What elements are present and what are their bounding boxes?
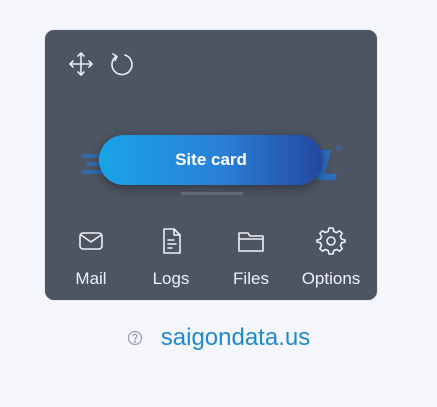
files-label: Files <box>233 269 269 288</box>
refresh-icon[interactable] <box>107 50 135 78</box>
logs-label: Logs <box>152 269 190 288</box>
help-icon[interactable] <box>127 330 143 346</box>
options-label: Options <box>301 269 361 288</box>
document-icon <box>156 226 186 261</box>
domain-row: saigondata.us <box>0 320 437 356</box>
move-icon[interactable] <box>67 50 95 78</box>
files-action[interactable]: Files <box>215 226 287 288</box>
gear-icon <box>316 226 346 261</box>
card-actions: Mail Logs Files Options <box>45 226 377 288</box>
options-action[interactable]: Options <box>295 226 367 288</box>
logs-action[interactable]: Logs <box>135 226 207 288</box>
mail-label: Mail <box>75 269 107 288</box>
site-card: Site card Mail Logs Files Options <box>45 30 377 300</box>
domain-link[interactable]: saigondata.us <box>161 324 310 352</box>
mail-icon <box>76 226 106 261</box>
mail-action[interactable]: Mail <box>55 226 127 288</box>
card-toolbar <box>67 50 135 78</box>
folder-icon <box>236 226 266 261</box>
site-card-button[interactable]: Site card <box>99 135 323 185</box>
